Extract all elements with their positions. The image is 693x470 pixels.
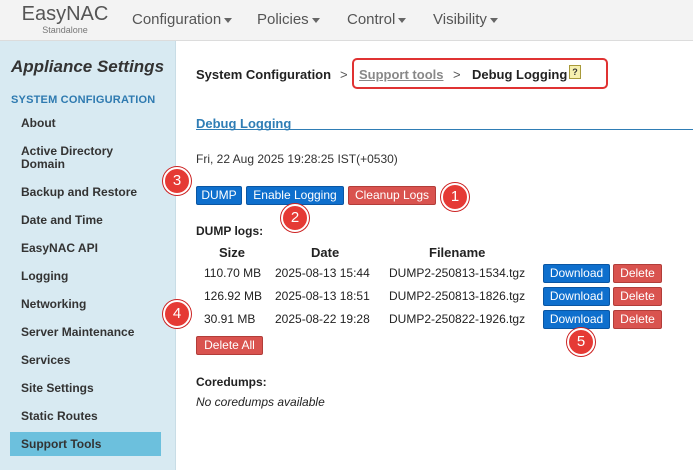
- annotation-highlight-box: [352, 58, 608, 89]
- row-date: 2025-08-22 19:28: [275, 312, 370, 326]
- nav-label: Policies: [257, 11, 309, 28]
- download-button[interactable]: Download: [543, 287, 610, 306]
- nav-control[interactable]: Control: [347, 11, 407, 28]
- delete-button[interactable]: Delete: [613, 310, 662, 329]
- column-header-filename: Filename: [429, 245, 486, 260]
- brand-subtitle: Standalone: [42, 25, 88, 35]
- delete-all-button[interactable]: Delete All: [196, 336, 263, 355]
- annotation-badge-2: 2: [281, 204, 309, 232]
- row-filename: DUMP2-250813-1534.tgz: [389, 266, 526, 280]
- download-button[interactable]: Download: [543, 264, 610, 283]
- row-filename: DUMP2-250822-1926.tgz: [389, 312, 526, 326]
- row-size: 110.70 MB: [204, 266, 262, 280]
- sidebar: Appliance Settings SYSTEM CONFIGURATION …: [0, 41, 176, 470]
- annotation-badge-3: 3: [163, 167, 191, 195]
- annotation-badge-4: 4: [163, 300, 191, 328]
- sidebar-item-networking[interactable]: Networking: [21, 298, 86, 311]
- caret-down-icon: [489, 17, 498, 23]
- sidebar-item-easynac-api[interactable]: EasyNAC API: [21, 242, 98, 255]
- row-size: 30.91 MB: [204, 312, 256, 326]
- sidebar-item-static-routes[interactable]: Static Routes: [21, 410, 98, 423]
- brand-name: EasyNAC: [21, 3, 109, 25]
- row-date: 2025-08-13 15:44: [275, 266, 370, 280]
- nav-configuration[interactable]: Configuration: [132, 11, 233, 28]
- download-button[interactable]: Download: [543, 310, 610, 329]
- coredumps-label: Coredumps:: [196, 375, 267, 389]
- row-date: 2025-08-13 18:51: [275, 289, 370, 303]
- column-header-date: Date: [311, 245, 340, 260]
- nav-label: Configuration: [132, 11, 222, 28]
- sidebar-item-server-maintenance[interactable]: Server Maintenance: [21, 326, 134, 339]
- main-content: System Configuration > Support tools > D…: [177, 41, 693, 470]
- annotation-badge-1: 1: [441, 183, 469, 211]
- brand-logo[interactable]: EasyNAC Standalone: [19, 3, 111, 35]
- row-size: 126.92 MB: [204, 289, 263, 303]
- section-divider: [196, 129, 693, 130]
- sidebar-item-logging[interactable]: Logging: [21, 270, 68, 283]
- annotation-badge-5: 5: [567, 328, 595, 356]
- sidebar-item-about[interactable]: About: [21, 117, 56, 130]
- enable-logging-button[interactable]: Enable Logging: [246, 186, 344, 205]
- sidebar-item-date-time[interactable]: Date and Time: [21, 214, 103, 227]
- nav-policies[interactable]: Policies: [257, 11, 320, 28]
- delete-button[interactable]: Delete: [613, 264, 662, 283]
- dump-button[interactable]: DUMP: [196, 186, 242, 205]
- sidebar-section-heading: SYSTEM CONFIGURATION: [11, 94, 156, 106]
- top-navbar: EasyNAC Standalone Configuration Policie…: [0, 0, 693, 41]
- breadcrumb-separator: >: [340, 67, 348, 82]
- delete-button[interactable]: Delete: [613, 287, 662, 306]
- sidebar-item-services[interactable]: Services: [21, 354, 70, 367]
- nav-label: Control: [347, 11, 396, 28]
- column-header-size: Size: [219, 245, 246, 260]
- dump-logs-label: DUMP logs:: [196, 224, 264, 238]
- breadcrumb-root: System Configuration: [196, 67, 332, 82]
- sidebar-item-label: Domain: [21, 157, 66, 171]
- caret-down-icon: [311, 17, 320, 23]
- nav-label: Visibility: [433, 11, 487, 28]
- sidebar-item-backup-restore[interactable]: Backup and Restore: [21, 186, 137, 199]
- sidebar-item-support-tools[interactable]: Support Tools: [21, 438, 101, 451]
- nav-visibility[interactable]: Visibility: [433, 11, 498, 28]
- current-datetime: Fri, 22 Aug 2025 19:28:25 IST(+0530): [196, 152, 398, 166]
- sidebar-item-active-directory[interactable]: Active Directory Domain: [21, 145, 113, 171]
- coredumps-empty-message: No coredumps available: [196, 395, 325, 409]
- cleanup-logs-button[interactable]: Cleanup Logs: [348, 186, 436, 205]
- sidebar-item-label: Active Directory: [21, 144, 114, 158]
- sidebar-item-site-settings[interactable]: Site Settings: [21, 382, 94, 395]
- sidebar-title: Appliance Settings: [11, 57, 165, 76]
- caret-down-icon: [398, 17, 407, 23]
- row-filename: DUMP2-250813-1826.tgz: [389, 289, 526, 303]
- caret-down-icon: [224, 17, 233, 23]
